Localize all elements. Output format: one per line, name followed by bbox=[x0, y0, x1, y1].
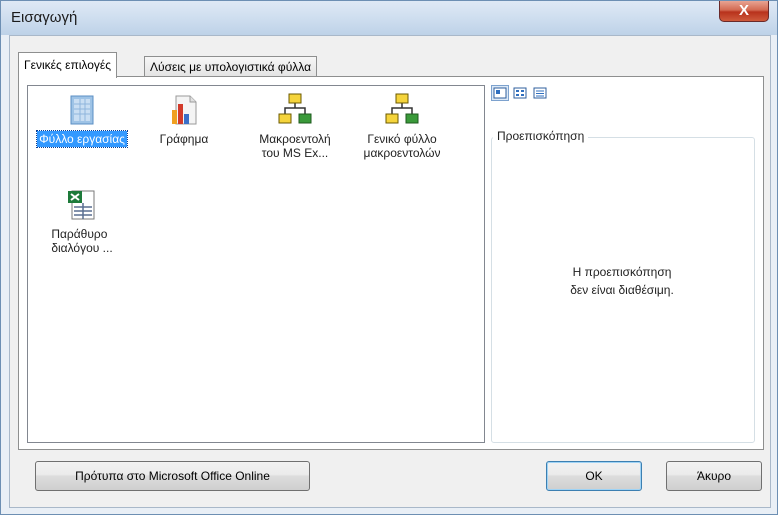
ok-button[interactable]: OK bbox=[546, 461, 642, 491]
template-label-line1: Μακροεντολή bbox=[259, 132, 331, 146]
worksheet-icon bbox=[70, 95, 94, 125]
preview-legend: Προεπισκόπηση bbox=[493, 129, 589, 143]
template-label-line2: του MS Ex... bbox=[261, 146, 329, 160]
window-title: Εισαγωγή bbox=[11, 9, 78, 26]
details-view-icon bbox=[533, 87, 547, 99]
template-label: Μακροεντολή του MS Ex... bbox=[257, 131, 332, 161]
template-label: Γράφημα bbox=[159, 132, 209, 146]
preview-message-line1: Η προεπισκόπηση bbox=[572, 265, 672, 279]
template-label-line1: Γενικό φύλλο bbox=[367, 132, 437, 146]
templates-online-button[interactable]: Πρότυπα στο Microsoft Office Online bbox=[35, 461, 310, 491]
list-view-icon bbox=[513, 87, 527, 99]
macro-icon bbox=[385, 93, 419, 124]
cancel-button[interactable]: Άκυρο bbox=[666, 461, 762, 491]
template-label: Γενικό φύλλο μακροεντολών bbox=[362, 131, 443, 161]
dialog-sheet-icon bbox=[68, 190, 95, 220]
template-label-line2: μακροεντολών bbox=[363, 146, 441, 160]
view-large-icons-button[interactable] bbox=[491, 85, 509, 101]
template-item-dialog-sheet[interactable]: Παράθυρο διαλόγου ... bbox=[30, 187, 134, 256]
preview-message: Η προεπισκόπηση δεν είναι διαθέσιμη. bbox=[491, 263, 753, 299]
template-label: Παράθυρο διαλόγου ... bbox=[49, 226, 114, 256]
template-label: Φύλλο εργασίας bbox=[36, 130, 128, 148]
template-item-chart[interactable]: Γράφημα bbox=[132, 92, 236, 147]
dialog-body: Γενικές επιλογές Λύσεις με υπολογιστικά … bbox=[9, 35, 771, 508]
large-icons-icon bbox=[493, 87, 507, 99]
tab-general-options[interactable]: Γενικές επιλογές bbox=[18, 52, 118, 78]
template-label-line1: Παράθυρο bbox=[51, 227, 108, 241]
tab-panel: Φύλλο εργασίας Γράφημα Μακροεντολή του M… bbox=[18, 76, 764, 450]
chart-icon bbox=[172, 95, 197, 125]
template-item-worksheet[interactable]: Φύλλο εργασίας bbox=[30, 92, 134, 148]
close-button[interactable]: X bbox=[719, 1, 769, 22]
view-details-button[interactable] bbox=[531, 85, 549, 101]
macro-icon bbox=[278, 93, 312, 124]
tab-spreadsheet-solutions[interactable]: Λύσεις με υπολογιστικά φύλλα bbox=[144, 56, 318, 77]
template-list[interactable]: Φύλλο εργασίας Γράφημα Μακροεντολή του M… bbox=[27, 85, 485, 443]
title-bar[interactable]: Εισαγωγή X bbox=[1, 1, 777, 35]
preview-message-line2: δεν είναι διαθέσιμη. bbox=[570, 283, 674, 297]
insert-dialog-window: Εισαγωγή X Γενικές επιλογές Λύσεις με υπ… bbox=[0, 0, 778, 515]
template-label-line2: διαλόγου ... bbox=[51, 241, 113, 255]
template-item-international-macro-sheet[interactable]: Γενικό φύλλο μακροεντολών bbox=[350, 92, 454, 161]
template-item-ms-excel-macro[interactable]: Μακροεντολή του MS Ex... bbox=[243, 92, 347, 161]
view-list-button[interactable] bbox=[511, 85, 529, 101]
close-icon: X bbox=[738, 2, 749, 19]
